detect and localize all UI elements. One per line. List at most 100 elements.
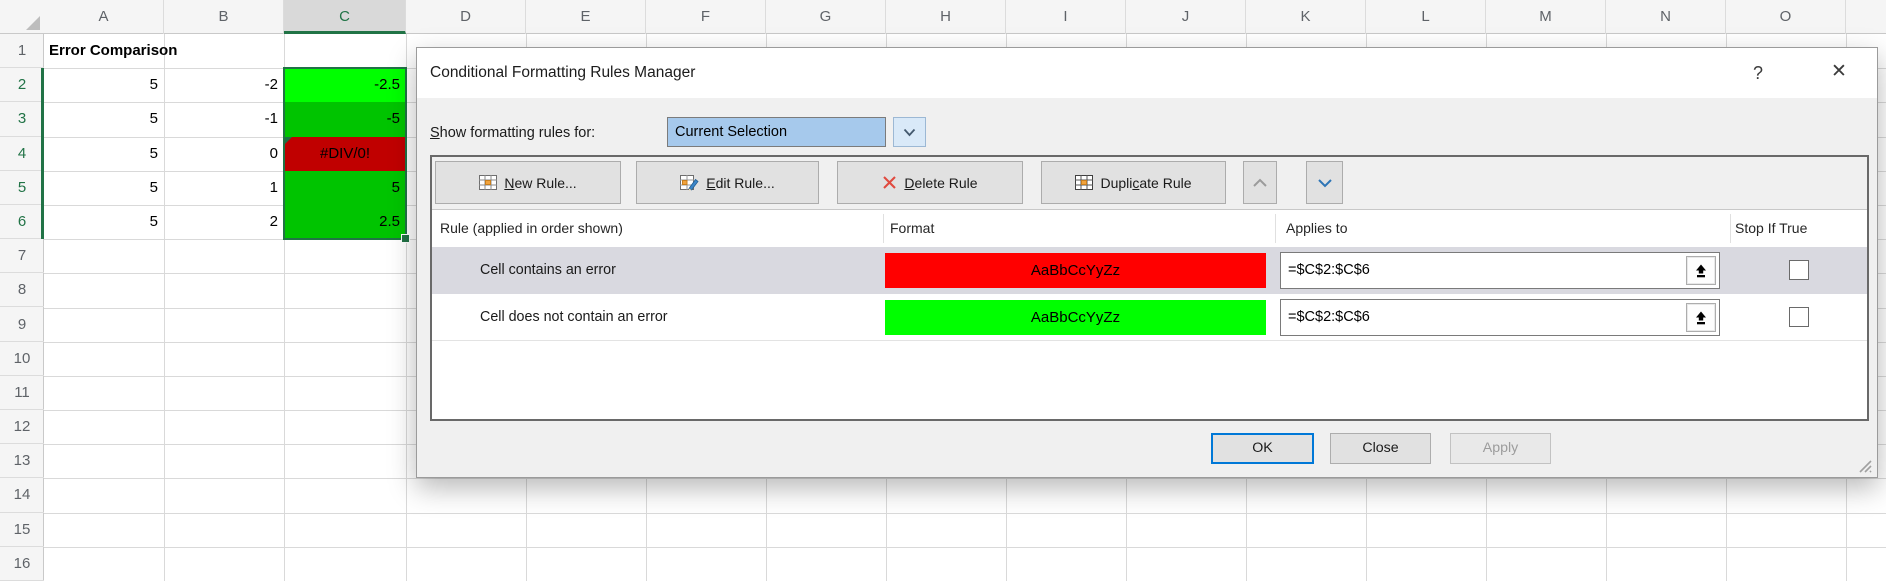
collapse-dialog-button[interactable] [1686,256,1716,285]
edit-rule-button[interactable]: Edit Rule... [636,161,819,204]
duplicate-rule-button[interactable]: Duplicate Rule [1041,161,1226,204]
rules-list: Rule (applied in order shown) Format App… [432,210,1867,419]
row-header-5[interactable]: 5 [0,171,44,205]
cell-C6[interactable]: 2.5 [284,205,406,239]
column-header-J[interactable]: J [1126,0,1246,34]
gridline [44,513,1886,514]
row-header-9[interactable]: 9 [0,308,44,342]
fill-handle[interactable] [401,234,410,243]
row-header-7[interactable]: 7 [0,239,44,273]
row-header-10[interactable]: 10 [0,342,44,376]
row-header-2[interactable]: 2 [0,68,44,102]
chevron-down-icon [1317,178,1333,188]
row-header-4[interactable]: 4 [0,137,44,171]
applies-to-input[interactable]: =$C$2:$C$6 [1280,299,1720,336]
delete-rule-button[interactable]: Delete Rule [837,161,1023,204]
row-header-8[interactable]: 8 [0,273,44,307]
error-indicator-triangle [284,137,292,145]
new-rule-grid-icon [479,175,497,190]
rules-panel: New Rule... Edit Rule... Delete Rule Dup… [430,155,1869,421]
row-header-16[interactable]: 16 [0,547,44,581]
column-header-O[interactable]: O [1726,0,1846,34]
cell-B6[interactable]: 2 [164,205,284,239]
delete-rule-x-icon [882,175,897,190]
dialog-title: Conditional Formatting Rules Manager [430,48,695,98]
row-header-12[interactable]: 12 [0,410,44,444]
dialog-titlebar[interactable]: Conditional Formatting Rules Manager ? ✕ [417,48,1877,98]
duplicate-rule-label: Duplicate Rule [1100,175,1191,191]
column-header-K[interactable]: K [1246,0,1366,34]
column-header-I[interactable]: I [1006,0,1126,34]
conditional-formatting-rules-manager-dialog: Conditional Formatting Rules Manager ? ✕… [416,47,1878,478]
show-rules-for-combobox[interactable]: Current Selection [667,117,886,147]
excel-window: ABCDEFGHIJKLMNO12345678910111213141516Er… [0,0,1886,581]
column-header-F[interactable]: F [646,0,766,34]
applies-to-value: =$C$2:$C$6 [1288,300,1370,335]
close-icon[interactable]: ✕ [1817,48,1861,98]
cell-C2[interactable]: -2.5 [284,68,406,102]
rule-name: Cell contains an error [480,247,616,294]
column-header-E[interactable]: E [526,0,646,34]
delete-rule-label: Delete Rule [904,175,977,191]
cell-B5[interactable]: 1 [164,171,284,205]
row-header-14[interactable]: 14 [0,478,44,512]
move-rule-down-button[interactable] [1306,161,1343,204]
header-separator [1730,214,1731,243]
row-header-3[interactable]: 3 [0,102,44,136]
gridline [44,547,1886,548]
column-header-B[interactable]: B [164,0,284,34]
column-header-C[interactable]: C [284,0,406,34]
row-header-15[interactable]: 15 [0,513,44,547]
ok-button[interactable]: OK [1211,433,1314,464]
column-header-stop-if-true: Stop If True [1735,210,1807,247]
stop-if-true-checkbox[interactable] [1789,307,1809,327]
cell-B3[interactable]: -1 [164,102,284,136]
help-icon[interactable]: ? [1740,48,1776,98]
column-header-N[interactable]: N [1606,0,1726,34]
column-header-M[interactable]: M [1486,0,1606,34]
move-rule-up-button[interactable] [1243,161,1277,204]
gridline [44,478,1886,479]
rule-format-preview: AaBbCcYyZz [885,253,1266,288]
close-button[interactable]: Close [1330,433,1431,464]
column-header-H[interactable]: H [886,0,1006,34]
cell-C4[interactable]: #DIV/0! [284,137,406,171]
select-all-corner[interactable] [26,16,40,30]
duplicate-rule-grid-icon [1075,175,1093,190]
cell-A6[interactable]: 5 [44,205,164,239]
resize-grip[interactable] [1856,457,1872,473]
cell-A4[interactable]: 5 [44,137,164,171]
rule-row-cell-does-not-contain-error[interactable]: Cell does not contain an error AaBbCcYyZ… [432,294,1867,341]
column-header-A[interactable]: A [44,0,164,34]
apply-button[interactable]: Apply [1450,433,1551,464]
column-header-L[interactable]: L [1366,0,1486,34]
edit-rule-label: Edit Rule... [706,175,774,191]
collapse-dialog-button[interactable] [1686,303,1716,332]
stop-if-true-checkbox[interactable] [1789,260,1809,280]
chevron-down-icon [903,128,916,137]
header-separator [1275,214,1276,243]
column-header-D[interactable]: D [406,0,526,34]
cell-A2[interactable]: 5 [44,68,164,102]
cell-C5[interactable]: 5 [284,171,406,205]
row-header-1[interactable]: 1 [0,34,44,68]
cell-A3[interactable]: 5 [44,102,164,136]
new-rule-label: New Rule... [504,175,576,191]
cell-A5[interactable]: 5 [44,171,164,205]
row-header-13[interactable]: 13 [0,444,44,478]
rule-row-cell-contains-error[interactable]: Cell contains an error AaBbCcYyZz =$C$2:… [432,247,1867,294]
row-header-6[interactable]: 6 [0,205,44,239]
new-rule-button[interactable]: New Rule... [435,161,621,204]
applies-to-value: =$C$2:$C$6 [1288,253,1370,288]
column-header-applies-to: Applies to [1286,210,1347,247]
row-header-11[interactable]: 11 [0,376,44,410]
cell-B4[interactable]: 0 [164,137,284,171]
header-separator [883,214,884,243]
column-header-G[interactable]: G [766,0,886,34]
cell-B2[interactable]: -2 [164,68,284,102]
cell-C3[interactable]: -5 [284,102,406,136]
combobox-dropdown-button[interactable] [893,117,926,147]
rules-toolbar: New Rule... Edit Rule... Delete Rule Dup… [432,157,1867,210]
cell-A1[interactable]: Error Comparison [44,34,284,68]
applies-to-input[interactable]: =$C$2:$C$6 [1280,252,1720,289]
